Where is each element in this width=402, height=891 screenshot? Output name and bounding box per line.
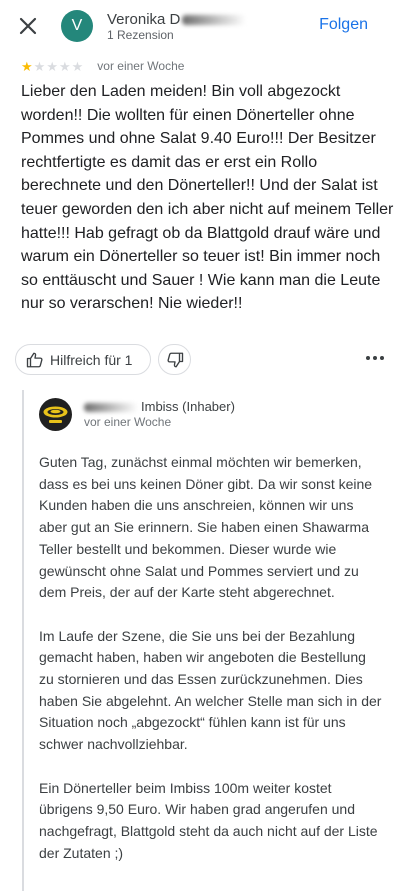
review-actions: Hilfreich für 1: [15, 344, 395, 377]
reply-paragraph: Im Laufe der Szene, die Sie uns bei der …: [39, 627, 382, 753]
owner-logo-icon: [39, 398, 72, 431]
review-text: Lieber den Laden meiden! Bin voll abgezo…: [21, 83, 394, 313]
star-empty-icon: ★: [58, 58, 71, 74]
owner-reply-text: Guten Tag, zunächst einmal möchten wir b…: [39, 452, 384, 886]
star-empty-icon: ★: [46, 58, 58, 74]
reviewer-name[interactable]: Veronika D: [107, 11, 247, 28]
star-empty-icon: ★: [71, 58, 84, 74]
star-filled-icon: ★: [21, 58, 33, 74]
avatar-letter: V: [71, 17, 83, 34]
review-header: V Veronika D 1 Rezension Folgen: [0, 0, 402, 52]
reply-paragraph: Ein Dönerteller beim Imbiss 100m weiter …: [39, 779, 378, 861]
rating-row: ★ ★ ★ ★ ★ vor einer Woche: [21, 59, 184, 73]
reviewer-review-count: 1 Rezension: [107, 28, 174, 42]
review-time: vor einer Woche: [97, 59, 185, 73]
redacted-owner-blur: [84, 403, 138, 413]
owner-reply-time: vor einer Woche: [84, 415, 172, 429]
follow-button[interactable]: Folgen: [319, 16, 368, 34]
owner-reply: Imbiss (Inhaber) vor einer Woche Guten T…: [22, 390, 402, 891]
dislike-button[interactable]: [158, 344, 191, 375]
reviewer-avatar[interactable]: V: [61, 10, 93, 42]
helpful-label: Hilfreich für 1: [50, 351, 133, 368]
helpful-button[interactable]: Hilfreich für 1: [15, 344, 151, 375]
reply-paragraph: Guten Tag, zunächst einmal möchten wir b…: [39, 454, 373, 601]
star-rating: ★ ★ ★ ★ ★: [21, 60, 84, 73]
more-options-icon[interactable]: [366, 356, 384, 360]
close-icon[interactable]: [14, 12, 42, 40]
star-empty-icon: ★: [33, 58, 46, 74]
owner-name[interactable]: Imbiss (Inhaber): [84, 399, 235, 414]
thumbs-down-icon: [166, 352, 183, 367]
thumbs-up-icon: [26, 352, 43, 367]
redacted-name-blur: [182, 15, 247, 26]
